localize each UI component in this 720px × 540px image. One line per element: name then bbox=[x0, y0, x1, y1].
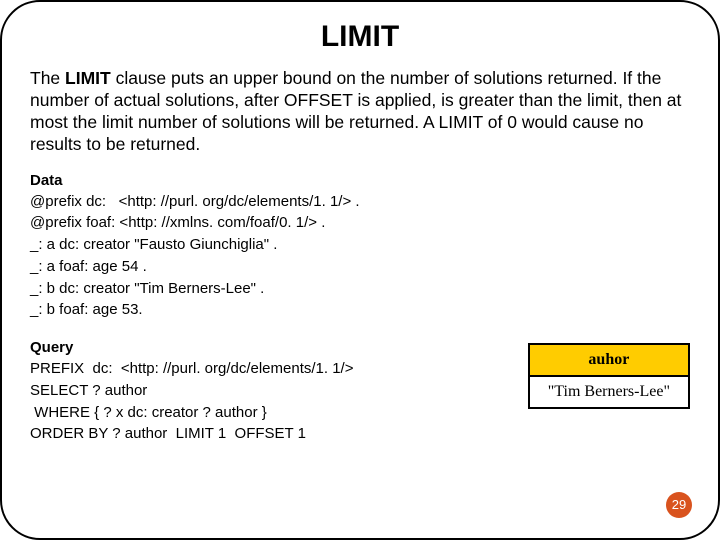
result-table: auhor "Tim Berners-Lee" bbox=[528, 343, 690, 409]
result-header: auhor bbox=[529, 344, 689, 376]
description-paragraph: The LIMIT clause puts an upper bound on … bbox=[30, 68, 690, 156]
slide-frame: LIMIT The LIMIT clause puts an upper bou… bbox=[0, 0, 720, 540]
result-column: auhor "Tim Berners-Lee" bbox=[528, 335, 690, 409]
lower-row: Query PREFIX dc: <http: //purl. org/dc/e… bbox=[30, 335, 690, 445]
table-row: "Tim Berners-Lee" bbox=[529, 376, 689, 408]
slide-title: LIMIT bbox=[30, 20, 690, 54]
desc-post: clause puts an upper bound on the number… bbox=[30, 68, 681, 154]
query-code-block: PREFIX dc: <http: //purl. org/dc/element… bbox=[30, 358, 508, 445]
query-column: Query PREFIX dc: <http: //purl. org/dc/e… bbox=[30, 335, 508, 445]
data-code-block: @prefix dc: <http: //purl. org/dc/elemen… bbox=[30, 191, 690, 322]
query-section-label: Query bbox=[30, 339, 508, 356]
page-number-badge: 29 bbox=[666, 492, 692, 518]
limit-keyword: LIMIT bbox=[65, 68, 111, 88]
data-section-label: Data bbox=[30, 172, 690, 189]
result-cell: "Tim Berners-Lee" bbox=[529, 376, 689, 408]
desc-pre: The bbox=[30, 68, 65, 88]
table-row: auhor bbox=[529, 344, 689, 376]
